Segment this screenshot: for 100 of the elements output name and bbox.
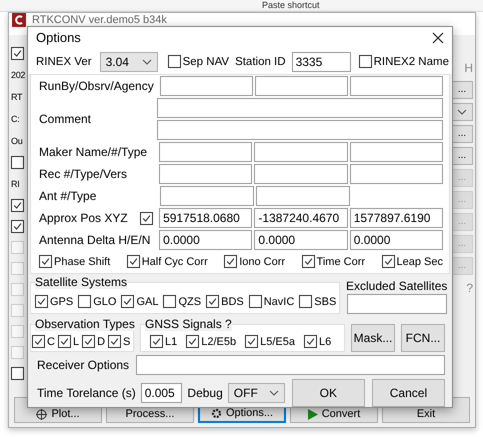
text-field[interactable]: 5917518.0680: [159, 208, 252, 228]
checkbox[interactable]: [11, 220, 24, 233]
window-title: RTKCONV ver.demo5 b34k: [32, 14, 167, 26]
checkbox[interactable]: [302, 255, 315, 268]
checkbox[interactable]: [11, 367, 24, 380]
checkbox[interactable]: [304, 335, 317, 348]
checkbox-label: Leap Sec: [396, 256, 443, 268]
debug-label: Debug: [187, 386, 223, 400]
checkbox[interactable]: [121, 295, 134, 308]
checkbox[interactable]: [248, 295, 262, 308]
label-fragment: Ou: [11, 135, 24, 148]
checkbox-label: L: [72, 336, 80, 348]
cancel-button[interactable]: Cancel: [372, 379, 445, 407]
checkbox-label: L5/E5a: [260, 336, 295, 348]
browse-button[interactable]: ...: [451, 81, 473, 99]
checkbox[interactable]: [186, 335, 200, 348]
checkbox-label: QZS: [178, 296, 202, 308]
checkbox[interactable]: [11, 156, 24, 169]
excluded-satellites-label: Excluded Satellites: [346, 279, 448, 293]
mask-button[interactable]: Mask...: [351, 324, 395, 352]
checkbox[interactable]: [35, 295, 48, 308]
checkbox-label: RINEX2 Name: [374, 56, 449, 68]
checkbox-label: Phase Shift: [54, 256, 110, 268]
checkbox[interactable]: [299, 295, 312, 308]
field-label: RunBy/Obsrv/Agency: [39, 79, 154, 93]
checkbox[interactable]: [163, 295, 176, 308]
excluded-satellites-field[interactable]: [346, 294, 447, 314]
text-field[interactable]: [350, 76, 443, 96]
text-field[interactable]: [254, 164, 348, 184]
debug-dropdown[interactable]: OFF: [228, 383, 285, 403]
checkbox[interactable]: [358, 55, 372, 68]
checkbox[interactable]: [108, 335, 122, 348]
text-field[interactable]: [159, 142, 252, 162]
text-field[interactable]: 0.0000: [159, 230, 252, 250]
checkbox[interactable]: [82, 335, 96, 348]
fcn-button[interactable]: FCN...: [401, 324, 445, 352]
text-field[interactable]: [160, 186, 254, 206]
ok-button[interactable]: OK: [292, 379, 365, 407]
text-field[interactable]: [159, 164, 252, 184]
group-title: Observation Types: [35, 317, 135, 331]
text-field[interactable]: [350, 164, 444, 184]
ribbon-label[interactable]: Paste shortcut: [262, 0, 320, 10]
chevron-down-icon: [142, 58, 152, 65]
text-field[interactable]: 0.0000: [254, 230, 348, 250]
field-label: Approx Pos XYZ: [39, 211, 128, 225]
checkbox[interactable]: [32, 335, 45, 348]
chevron-down-icon: [457, 109, 467, 115]
label-fragment: RI: [11, 178, 20, 191]
text-field[interactable]: 1577897.6190: [350, 208, 444, 228]
group-title: GNSS Signals ?: [145, 317, 232, 331]
text-field[interactable]: 0.0000: [350, 230, 444, 250]
checkbox-label: Time Corr: [316, 256, 366, 268]
station-id-field[interactable]: 3335: [292, 52, 351, 72]
text-field[interactable]: [256, 186, 350, 206]
checkbox-label: C: [47, 336, 55, 348]
checkbox[interactable]: [11, 47, 24, 60]
time-tolerance-field[interactable]: 0.005: [140, 383, 182, 403]
field-label: Antenna Delta H/E/N: [39, 233, 150, 247]
checkbox-label: Sep NAV: [182, 56, 230, 68]
text-field[interactable]: [157, 98, 443, 118]
checkbox[interactable]: [126, 255, 140, 268]
gear-icon: [210, 408, 222, 419]
close-icon[interactable]: [432, 32, 444, 44]
browse-button[interactable]: ...: [451, 147, 473, 165]
checkbox[interactable]: [382, 255, 394, 268]
text-field[interactable]: -1387240.4670: [254, 208, 348, 228]
checkbox-label: SBS: [314, 296, 336, 308]
text-field[interactable]: [350, 142, 444, 162]
receiver-options-label: Receiver Options: [37, 358, 130, 372]
checkbox-label: Iono Corr: [239, 256, 286, 268]
checkbox-label: Half Cyc Corr: [142, 256, 208, 268]
label-fragment: H: [464, 60, 473, 77]
browse-button[interactable]: ...: [451, 125, 473, 143]
checkbox-label: GAL: [136, 296, 158, 308]
label-fragment: 202: [11, 69, 26, 82]
checkbox-label: BDS: [221, 296, 244, 308]
checkbox-label: NavIC: [264, 296, 294, 308]
checkbox[interactable]: [11, 199, 24, 212]
checkbox[interactable]: [78, 295, 92, 308]
label-fragment: ?: [466, 280, 473, 297]
checkbox[interactable]: [168, 55, 181, 68]
checkbox-label: L6: [319, 336, 332, 348]
rinex-version-dropdown[interactable]: 3.04: [100, 52, 158, 72]
text-field[interactable]: [157, 120, 443, 140]
checkbox[interactable]: [206, 295, 220, 308]
checkbox[interactable]: [245, 335, 258, 348]
chevron-down-icon: [268, 390, 279, 396]
text-field[interactable]: [254, 76, 348, 96]
checkbox[interactable]: [224, 255, 238, 268]
checkbox[interactable]: [58, 335, 71, 348]
checkbox[interactable]: [150, 335, 163, 348]
checkbox-label: GLO: [93, 296, 116, 308]
receiver-options-field[interactable]: [136, 355, 445, 375]
checkbox[interactable]: [39, 255, 52, 268]
group-title: Satellite Systems: [35, 275, 128, 289]
label-fragment: RT: [11, 91, 24, 104]
crosshair-icon: [36, 409, 48, 420]
text-field[interactable]: [160, 76, 253, 96]
text-field[interactable]: [254, 142, 348, 162]
checkbox[interactable]: [140, 212, 154, 224]
